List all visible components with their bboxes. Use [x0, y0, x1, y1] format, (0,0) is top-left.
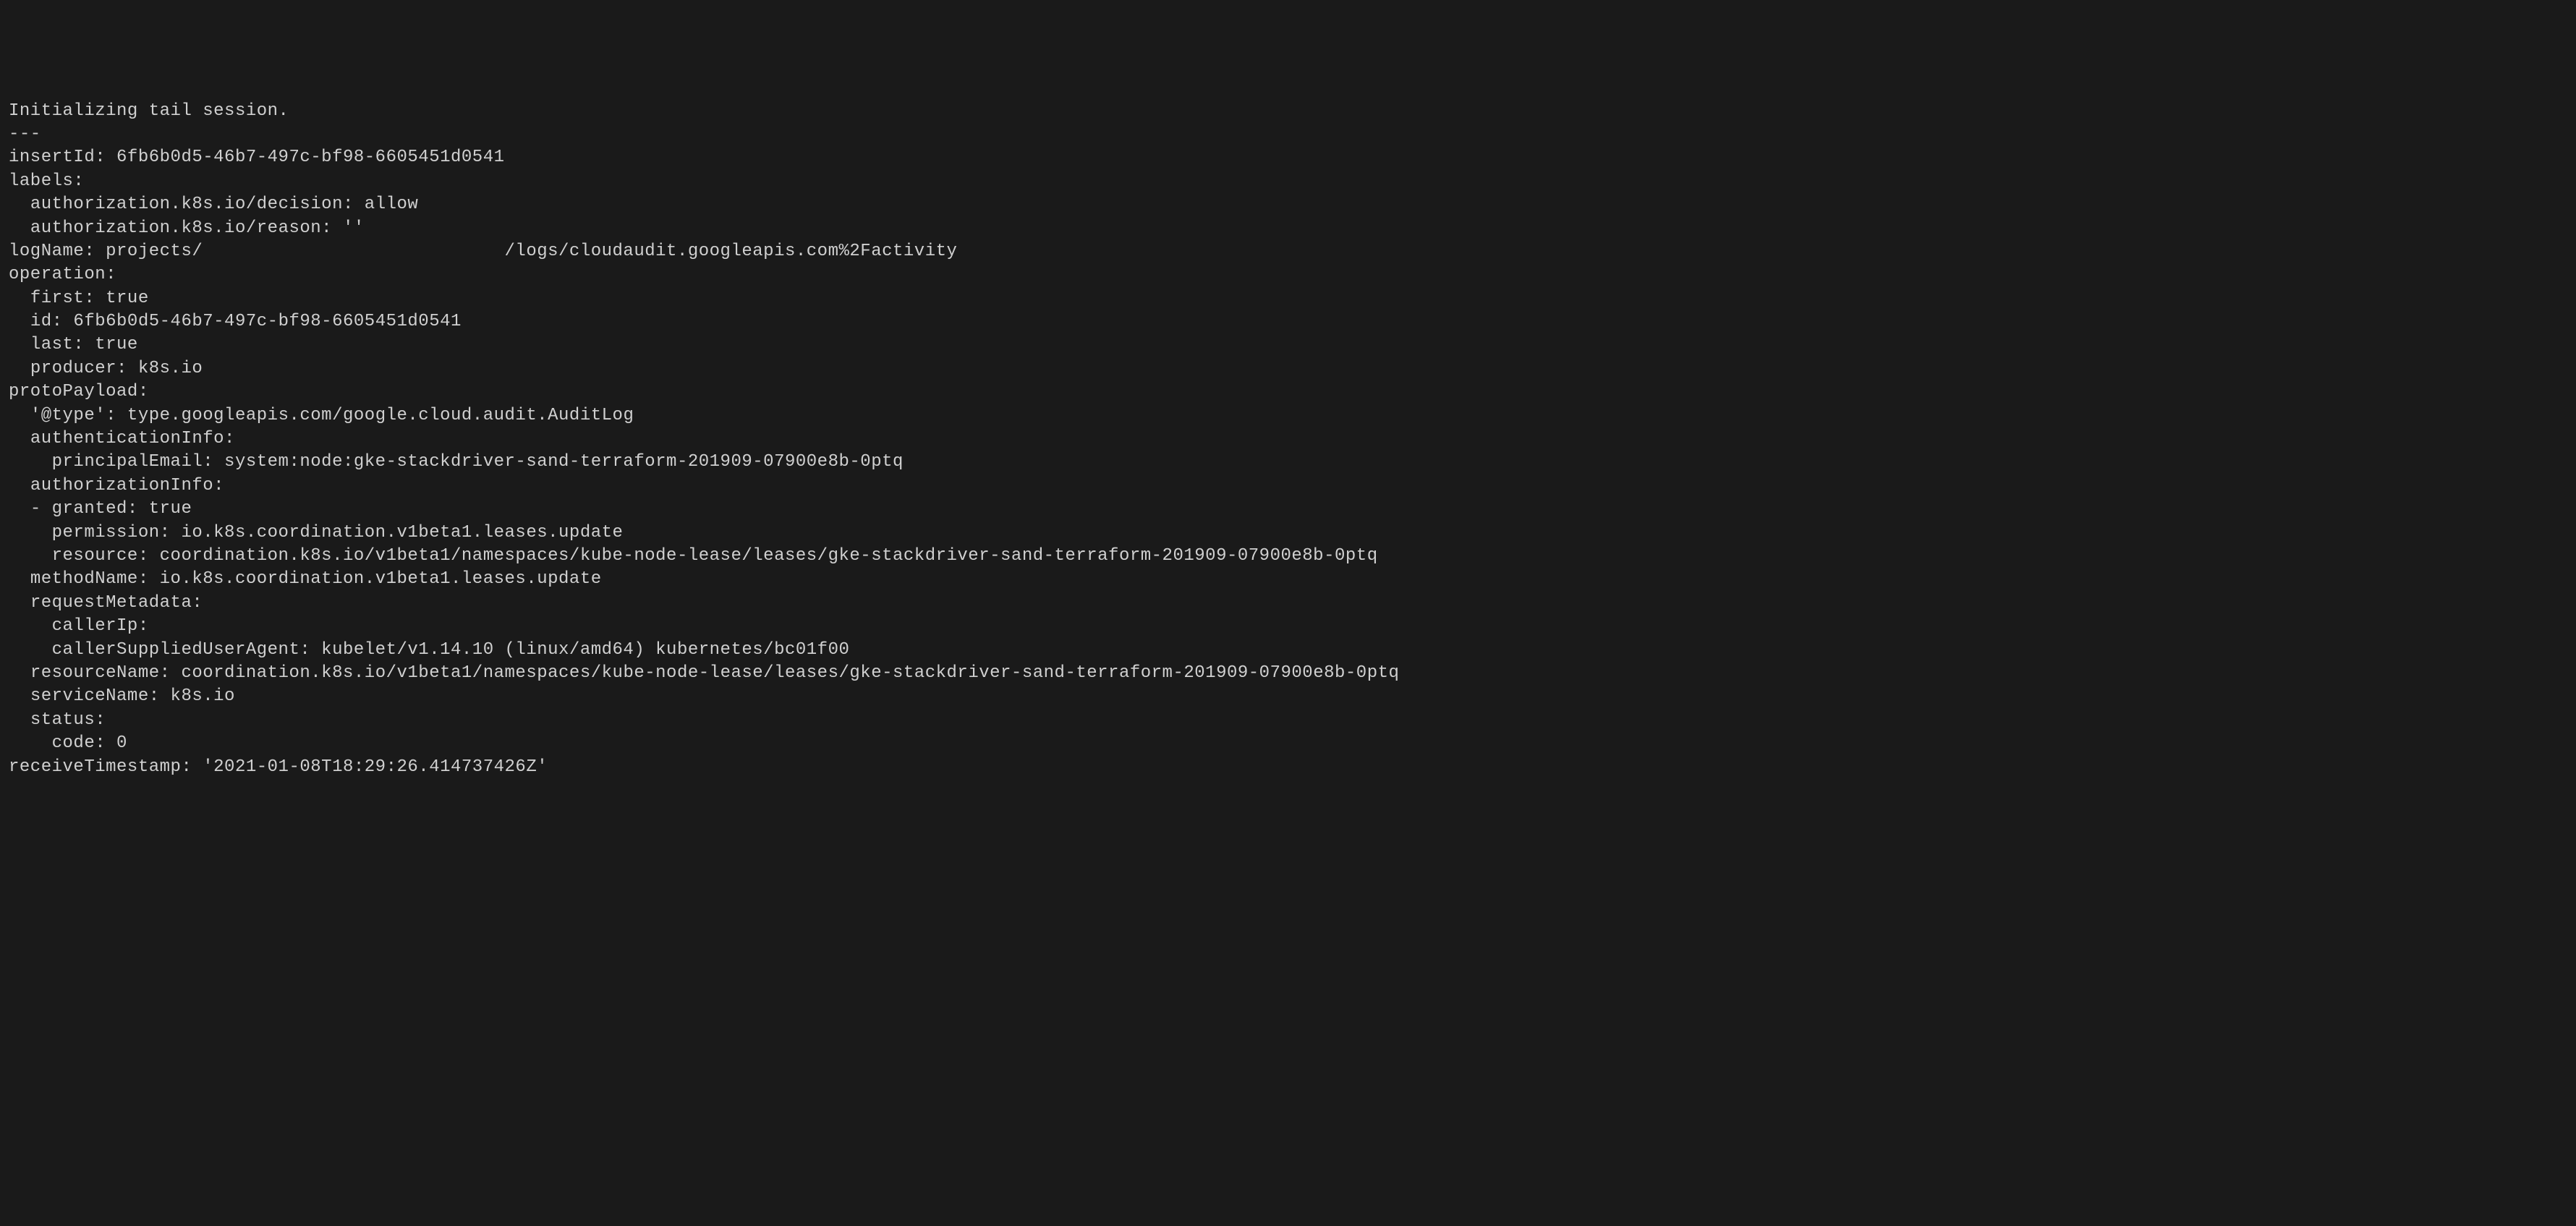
log-line: ---	[9, 124, 41, 144]
log-line: Initializing tail session.	[9, 101, 289, 121]
log-line: serviceName: k8s.io	[9, 686, 235, 706]
log-line: callerIp:	[9, 616, 149, 636]
log-line: last: true	[9, 335, 138, 354]
log-line: resource: coordination.k8s.io/v1beta1/na…	[9, 546, 1378, 566]
log-line: first: true	[9, 289, 149, 308]
log-line: - granted: true	[9, 499, 192, 519]
log-line: authorizationInfo:	[9, 476, 224, 495]
log-line: id: 6fb6b0d5-46b7-497c-bf98-6605451d0541	[9, 312, 462, 331]
log-line: authenticationInfo:	[9, 429, 235, 448]
log-line: '@type': type.googleapis.com/google.clou…	[9, 406, 634, 425]
log-line: labels:	[9, 171, 84, 191]
log-line: insertId: 6fb6b0d5-46b7-497c-bf98-660545…	[9, 148, 505, 167]
log-line: logName: projects/ /logs/cloudaudit.goog…	[9, 242, 957, 261]
log-line: status:	[9, 710, 106, 730]
log-line: requestMetadata:	[9, 593, 203, 613]
log-line: methodName: io.k8s.coordination.v1beta1.…	[9, 569, 602, 589]
log-line: resourceName: coordination.k8s.io/v1beta…	[9, 663, 1399, 683]
log-line: permission: io.k8s.coordination.v1beta1.…	[9, 523, 623, 542]
log-line: protoPayload:	[9, 382, 149, 401]
terminal-output[interactable]: Initializing tail session. --- insertId:…	[9, 100, 2567, 779]
log-line: receiveTimestamp: '2021-01-08T18:29:26.4…	[9, 757, 548, 777]
log-line: callerSuppliedUserAgent: kubelet/v1.14.1…	[9, 640, 849, 660]
log-line: code: 0	[9, 733, 127, 753]
log-line: principalEmail: system:node:gke-stackdri…	[9, 452, 904, 472]
log-line: authorization.k8s.io/reason: ''	[9, 218, 365, 238]
log-line: operation:	[9, 265, 116, 284]
log-line: producer: k8s.io	[9, 359, 203, 378]
log-line: authorization.k8s.io/decision: allow	[9, 195, 418, 214]
